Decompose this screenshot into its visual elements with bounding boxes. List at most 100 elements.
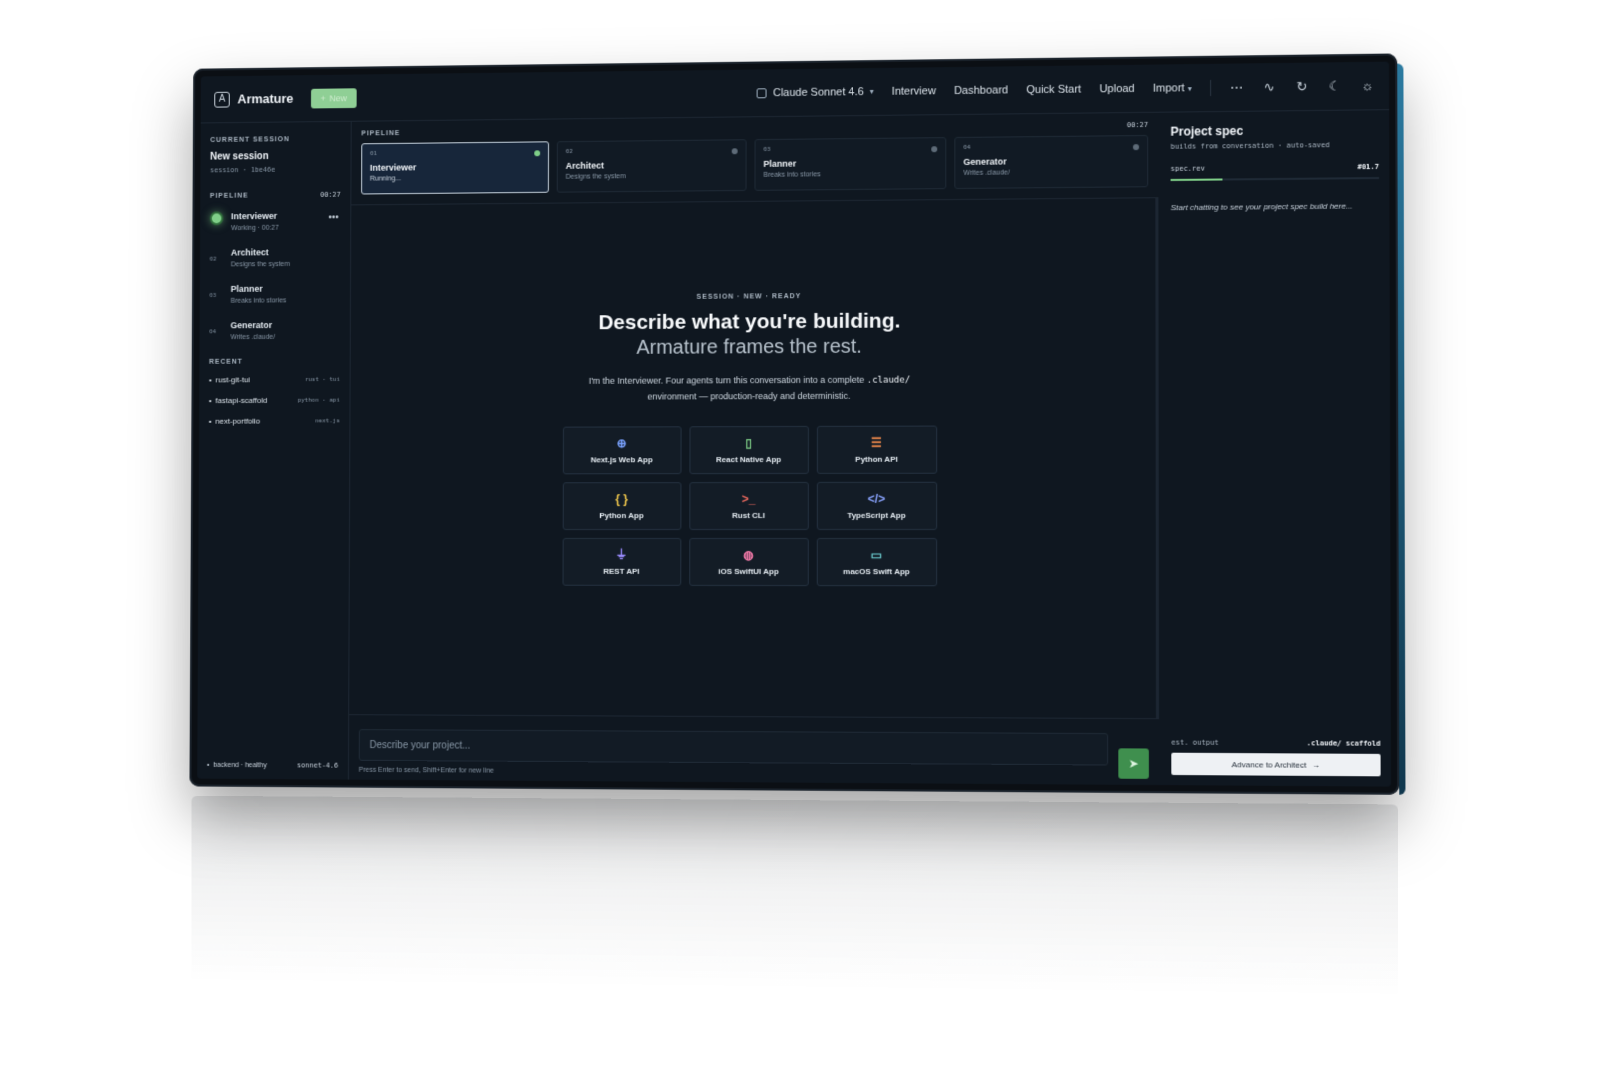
template-typescript-app[interactable]: </> TypeScript App xyxy=(816,481,937,530)
composer-hint: Press Enter to send, Shift+Enter for new… xyxy=(358,766,494,775)
template-nextjs-web-app[interactable]: ⊕ Next.js Web App xyxy=(562,426,682,475)
sidebar-recent: RECENT rust-git-tui rust · tui fastapi-s… xyxy=(209,358,340,426)
server-icon: ☰ xyxy=(871,435,882,450)
nav-import[interactable]: Import ▾ xyxy=(1152,81,1192,95)
pipeline-bar-header: PIPELINE 00:27 xyxy=(361,121,1148,138)
template-react-native-app[interactable]: ▯ React Native App xyxy=(688,425,809,475)
hero-subheadline: Armature frames the rest. xyxy=(636,335,862,359)
template-label: Python App xyxy=(599,510,644,520)
spec-progress-fill xyxy=(1170,178,1223,181)
output-label: est. output xyxy=(1171,738,1219,747)
prompt-input[interactable] xyxy=(358,729,1109,766)
sidebar-pipeline-header: PIPELINE 00:27 xyxy=(210,191,341,200)
recent-item[interactable]: next-portfolio next.js xyxy=(209,416,340,426)
send-button[interactable]: ➤ xyxy=(1118,748,1149,779)
template-rest-api[interactable]: ⏚ REST API xyxy=(562,537,681,586)
app-screen: A Armature + New Claude Sonnet 4.6 ▾ Int… xyxy=(197,61,1391,787)
pipeline-kicker: PIPELINE xyxy=(209,192,249,200)
sidebar-stage-planner[interactable]: 03 Planner Breaks into stories xyxy=(209,283,340,305)
stage-sub: Writes .claude/ xyxy=(230,333,276,342)
monitor-icon: ▭ xyxy=(870,547,883,562)
sun-icon[interactable]: ☼ xyxy=(1360,78,1374,93)
template-grid: ⊕ Next.js Web App ▯ React Native App ☰ P… xyxy=(562,425,937,587)
stage-num: 03 xyxy=(209,291,217,299)
pipeline-card-architect[interactable]: 02 Architect Designs the system xyxy=(556,139,747,193)
brand[interactable]: A Armature xyxy=(214,91,293,108)
nav-dashboard[interactable]: Dashboard xyxy=(954,84,1008,97)
recent-list: rust-git-tui rust · tui fastapi-scaffold… xyxy=(209,375,340,426)
plus-icon: + xyxy=(320,93,326,103)
nav-interview[interactable]: Interview xyxy=(892,85,936,98)
template-label: REST API xyxy=(603,566,640,576)
activity-icon[interactable]: ∿ xyxy=(1262,79,1276,95)
send-icon: ➤ xyxy=(1128,756,1139,771)
app-body: CURRENT SESSION New session session · 1b… xyxy=(197,110,1391,787)
recent-kicker: RECENT xyxy=(209,358,243,366)
pipeline-kicker: PIPELINE xyxy=(361,129,401,137)
recent-name: rust-git-tui xyxy=(209,375,250,384)
pipe-name: Planner xyxy=(763,158,797,169)
apple-icon: ◍ xyxy=(743,547,754,562)
lead-text-end: environment — production-ready and deter… xyxy=(647,390,851,402)
active-stage-indicator-icon xyxy=(209,211,224,226)
pipeline-card-generator[interactable]: 04 Generator Writes .claude/ xyxy=(954,134,1149,190)
nav-import-label: Import xyxy=(1152,81,1185,95)
more-icon[interactable]: ⋯ xyxy=(1229,79,1243,95)
moon-icon[interactable]: ☾ xyxy=(1328,78,1342,94)
pipe-num: 01 xyxy=(370,150,378,157)
recent-item[interactable]: rust-git-tui rust · tui xyxy=(209,375,340,384)
spec-rev-label: spec.rev xyxy=(1170,164,1205,173)
device-frame: A Armature + New Claude Sonnet 4.6 ▾ Int… xyxy=(189,53,1400,795)
stage-sub: Designs the system xyxy=(230,261,290,269)
recent-tag: python · api xyxy=(297,396,340,404)
stage-name: Planner xyxy=(230,283,263,294)
spec-rev-value: #01.7 xyxy=(1357,162,1380,172)
template-label: TypeScript App xyxy=(847,510,906,520)
refresh-icon[interactable]: ↻ xyxy=(1295,78,1309,94)
nav-quick-start[interactable]: Quick Start xyxy=(1026,83,1081,96)
composer-main: Press Enter to send, Shift+Enter for new… xyxy=(358,729,1109,779)
template-macos-swift-app[interactable]: ▭ macOS Swift App xyxy=(816,537,937,587)
status-dot-icon xyxy=(731,148,738,155)
status-dot-icon xyxy=(931,146,938,153)
pipe-sub: Writes .claude/ xyxy=(963,169,1010,177)
template-label: Rust CLI xyxy=(732,510,765,520)
template-ios-swiftui-app[interactable]: ◍ iOS SwiftUI App xyxy=(688,537,809,587)
template-label: macOS Swift App xyxy=(843,566,910,576)
pipe-sub: Running... xyxy=(369,175,402,183)
template-label: React Native App xyxy=(716,454,782,464)
phone-icon: ▯ xyxy=(745,435,752,450)
pipeline-card-interviewer[interactable]: 01 Interviewer Running... xyxy=(361,141,550,195)
nav-upload[interactable]: Upload xyxy=(1099,82,1134,94)
new-session-label: New xyxy=(329,92,348,103)
model-chip-icon xyxy=(757,87,768,98)
pipeline-bar: PIPELINE 00:27 01 Interviewer Running... xyxy=(351,112,1159,206)
hero-headline: Describe what you're building. xyxy=(598,309,901,335)
project-spec-panel: Project spec builds from conversation · … xyxy=(1158,110,1391,787)
pipe-sub: Designs the system xyxy=(565,173,626,181)
stage-list: Interviewer Working · 00:27 ••• 02 Archi… xyxy=(209,210,340,341)
template-python-app[interactable]: { } Python App xyxy=(562,482,681,530)
new-session-button[interactable]: + New xyxy=(310,87,357,108)
sidebar-stage-interviewer[interactable]: Interviewer Working · 00:27 ••• xyxy=(209,210,341,232)
main-area: PIPELINE 00:27 01 Interviewer Running... xyxy=(348,112,1160,786)
pipe-name: Architect xyxy=(565,160,605,171)
terminal-icon: >_ xyxy=(741,491,756,506)
sidebar-stage-architect[interactable]: 02 Architect Designs the system xyxy=(210,247,341,269)
stage-num: 04 xyxy=(209,328,217,336)
model-select[interactable]: Claude Sonnet 4.6 ▾ xyxy=(757,86,874,99)
spec-rev-row: spec.rev #01.7 xyxy=(1171,163,1379,173)
spec-footer: est. output .claude/ scaffold Advance to… xyxy=(1171,738,1381,777)
stage-sub: Breaks into stories xyxy=(230,297,287,305)
chat-canvas: SESSION · NEW · READY Describe what you'… xyxy=(349,198,1160,719)
pipeline-card-planner[interactable]: 03 Planner Breaks into stories xyxy=(754,137,947,191)
sidebar-stage-generator[interactable]: 04 Generator Writes .claude/ xyxy=(209,320,340,341)
recent-tag: next.js xyxy=(315,417,340,425)
hero-lead: I'm the Interviewer. Four agents turn th… xyxy=(570,372,928,404)
pipe-num: 02 xyxy=(565,147,573,155)
template-python-api[interactable]: ☰ Python API xyxy=(816,425,937,474)
advance-to-architect-button[interactable]: Advance to Architect → xyxy=(1171,752,1381,777)
template-rust-cli[interactable]: >_ Rust CLI xyxy=(688,481,809,530)
recent-item[interactable]: fastapi-scaffold python · api xyxy=(209,396,340,405)
pipe-num: 03 xyxy=(763,145,771,153)
